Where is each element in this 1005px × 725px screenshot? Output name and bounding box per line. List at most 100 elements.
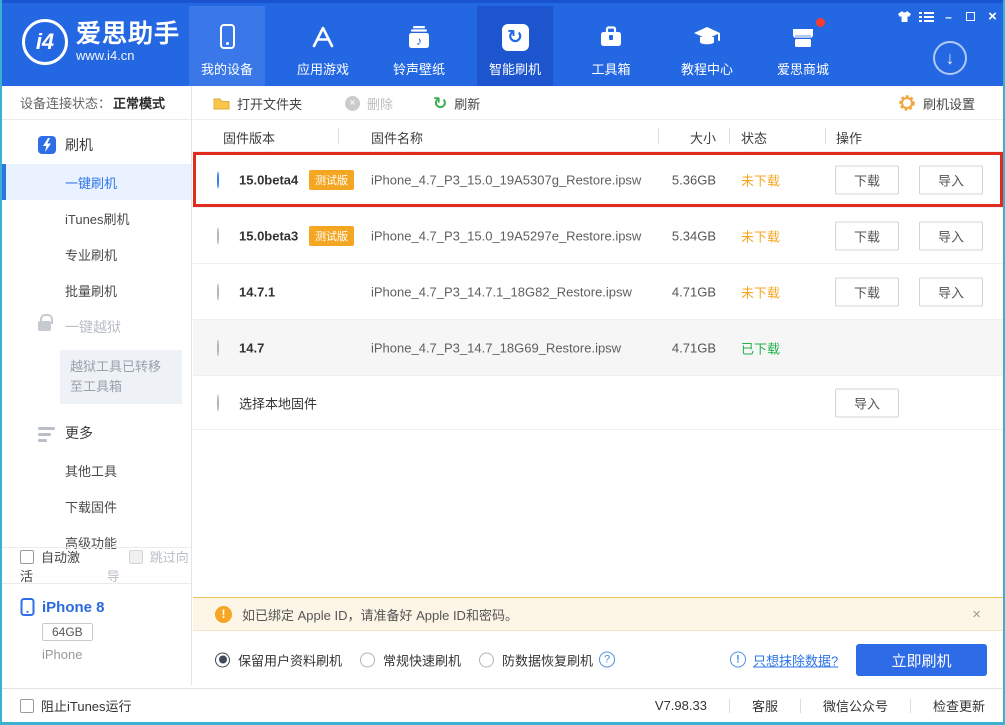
row-radio[interactable] — [217, 394, 219, 411]
i4tools-window: i4 爱思助手 www.i4.cn 我的设备 应用游戏 — [0, 0, 1005, 725]
notice-close-icon[interactable]: × — [972, 606, 981, 623]
nav-toolbox[interactable]: 工具箱 — [573, 6, 649, 86]
sidebar-group-flash[interactable]: 刷机 — [2, 126, 191, 164]
sidebar-item-pro-flash[interactable]: 专业刷机 — [2, 236, 191, 272]
flash-settings-button[interactable]: 刷机设置 — [898, 86, 975, 120]
firmware-version: 15.0beta3 — [239, 228, 298, 243]
row-radio[interactable] — [217, 283, 219, 300]
download-button[interactable]: 下载 — [835, 277, 899, 306]
open-folder-label: 打开文件夹 — [237, 94, 302, 113]
sidebar-item-one-key-flash[interactable]: 一键刷机 — [2, 164, 191, 200]
nav-label: 爱思商城 — [765, 59, 841, 78]
folder-icon — [213, 96, 230, 110]
import-button[interactable]: 导入 — [919, 277, 983, 306]
nav-tutorials[interactable]: 教程中心 — [669, 6, 745, 86]
download-button[interactable]: 下载 — [835, 221, 899, 250]
sidebar-checkboxes: 自动激活 跳过向导 — [2, 547, 191, 583]
sidebar-group-label: 刷机 — [65, 135, 93, 155]
status-bar: 阻止iTunes运行 V7.98.33 客服 微信公众号 检查更新 — [2, 688, 1003, 722]
sidebar-item-batch-flash[interactable]: 批量刷机 — [2, 272, 191, 308]
logo-i4-icon: i4 — [22, 19, 68, 65]
sidebar-item-label: iTunes刷机 — [65, 209, 130, 228]
erase-link-text[interactable]: 只想抹除数据? — [753, 650, 838, 669]
more-lines-icon — [38, 424, 56, 442]
sidebar-item-other-tools[interactable]: 其他工具 — [2, 452, 191, 488]
list-icon — [919, 11, 934, 23]
firmware-list: 15.0beta4 测试版 iPhone_4.7_P3_15.0_19A5307… — [193, 152, 1003, 430]
firmware-size: 4.71GB — [643, 284, 716, 299]
svg-text:♪: ♪ — [416, 34, 422, 48]
help-icon[interactable]: ? — [599, 652, 615, 668]
sidebar-item-label: 一键刷机 — [65, 173, 117, 192]
sidebar-item-itunes-flash[interactable]: iTunes刷机 — [2, 200, 191, 236]
nav-label: 教程中心 — [669, 59, 745, 78]
table-row[interactable]: 14.7.1 iPhone_4.7_P3_14.7.1_18G82_Restor… — [193, 264, 1003, 320]
flash-now-button[interactable]: 立即刷机 — [856, 644, 987, 676]
table-row[interactable]: 15.0beta3 测试版 iPhone_4.7_P3_15.0_19A5297… — [193, 208, 1003, 264]
radio-anti-data-recovery[interactable]: 防数据恢复刷机 ? — [479, 650, 615, 669]
nav-store[interactable]: 爱思商城 — [765, 6, 841, 86]
open-folder-button[interactable]: 打开文件夹 — [213, 86, 302, 120]
sidebar-item-download-firmware[interactable]: 下载固件 — [2, 488, 191, 524]
device-panel[interactable]: iPhone 8 64GB iPhone — [2, 583, 191, 685]
radio-normal-fast-flash[interactable]: 常规快速刷机 — [360, 650, 461, 669]
flash-settings-label: 刷机设置 — [923, 94, 975, 113]
erase-data-link[interactable]: ! 只想抹除数据? — [730, 650, 838, 669]
block-itunes-label: 阻止iTunes运行 — [41, 696, 132, 715]
row-radio[interactable] — [217, 227, 219, 244]
theme-button[interactable] — [895, 8, 914, 25]
radio-keep-user-data[interactable]: 保留用户资料刷机 — [215, 650, 342, 669]
ringtone-icon: ♪ — [381, 21, 457, 53]
nav-smart-flash[interactable]: ↻ 智能刷机 — [477, 6, 553, 86]
import-button[interactable]: 导入 — [919, 165, 983, 194]
nav-ringtones[interactable]: ♪ 铃声壁纸 — [381, 6, 457, 86]
wechat-official-link[interactable]: 微信公众号 — [823, 696, 888, 715]
customer-service-link[interactable]: 客服 — [752, 696, 778, 715]
delete-label: 删除 — [367, 94, 393, 113]
jailbreak-moved-note: 越狱工具已转移至工具箱 — [60, 350, 182, 404]
close-button[interactable]: × — [983, 8, 1002, 25]
minimize-button[interactable]: – — [939, 8, 958, 25]
row-radio[interactable] — [217, 171, 219, 188]
import-button[interactable]: 导入 — [919, 221, 983, 250]
firmware-name: iPhone_4.7_P3_15.0_19A5307g_Restore.ipsw — [371, 172, 641, 187]
import-button[interactable]: 导入 — [835, 388, 899, 417]
radio-icon — [215, 652, 230, 667]
table-row[interactable]: 15.0beta4 测试版 iPhone_4.7_P3_15.0_19A5307… — [193, 152, 1003, 208]
minimize-icon: – — [945, 10, 952, 24]
local-firmware-option: 选择本地固件 — [239, 393, 317, 412]
col-size: 大小 — [643, 128, 716, 147]
close-icon: × — [988, 8, 997, 25]
maximize-button[interactable] — [961, 8, 980, 25]
refresh-label: 刷新 — [454, 94, 480, 113]
app-title: 爱思助手 — [76, 21, 180, 47]
firmware-name: iPhone_4.7_P3_14.7_18G69_Restore.ipsw — [371, 340, 621, 355]
download-button[interactable]: 下载 — [835, 165, 899, 194]
auto-activate-checkbox[interactable]: 自动激活 — [20, 547, 85, 585]
sidebar-group-more[interactable]: 更多 — [2, 414, 191, 452]
check-update-link[interactable]: 检查更新 — [933, 696, 985, 715]
table-row[interactable]: 选择本地固件 导入 — [193, 376, 1003, 430]
row-radio[interactable] — [217, 339, 219, 356]
appstore-icon — [285, 21, 361, 53]
table-header: 固件版本 固件名称 大小 状态 操作 — [193, 120, 1003, 152]
firmware-version: 14.7 — [239, 340, 264, 355]
connection-label: 设备连接状态： — [20, 93, 111, 112]
nav-app-games[interactable]: 应用游戏 — [285, 6, 361, 86]
col-status: 状态 — [741, 128, 767, 147]
firmware-size: 4.71GB — [643, 340, 716, 355]
skip-setup-label: 跳过向导 — [107, 550, 189, 584]
refresh-button[interactable]: ↻ 刷新 — [433, 86, 480, 120]
radio-label: 常规快速刷机 — [383, 650, 461, 669]
nav-my-device[interactable]: 我的设备 — [189, 6, 265, 86]
beta-badge: 测试版 — [309, 226, 354, 246]
connection-status: 设备连接状态： 正常模式 — [2, 86, 191, 120]
sidebar-group-label: 更多 — [65, 423, 93, 443]
apple-id-notice: ! 如已绑定 Apple ID，请准备好 Apple ID和密码。 × — [193, 597, 1003, 631]
block-itunes-checkbox[interactable]: 阻止iTunes运行 — [20, 696, 132, 715]
download-manager-button[interactable]: ↓ — [933, 41, 967, 75]
info-bang-icon: ! — [730, 652, 746, 668]
menu-button[interactable] — [917, 8, 936, 25]
table-row[interactable]: 14.7 iPhone_4.7_P3_14.7_18G69_Restore.ip… — [193, 320, 1003, 376]
device-capacity-badge: 64GB — [42, 623, 93, 641]
